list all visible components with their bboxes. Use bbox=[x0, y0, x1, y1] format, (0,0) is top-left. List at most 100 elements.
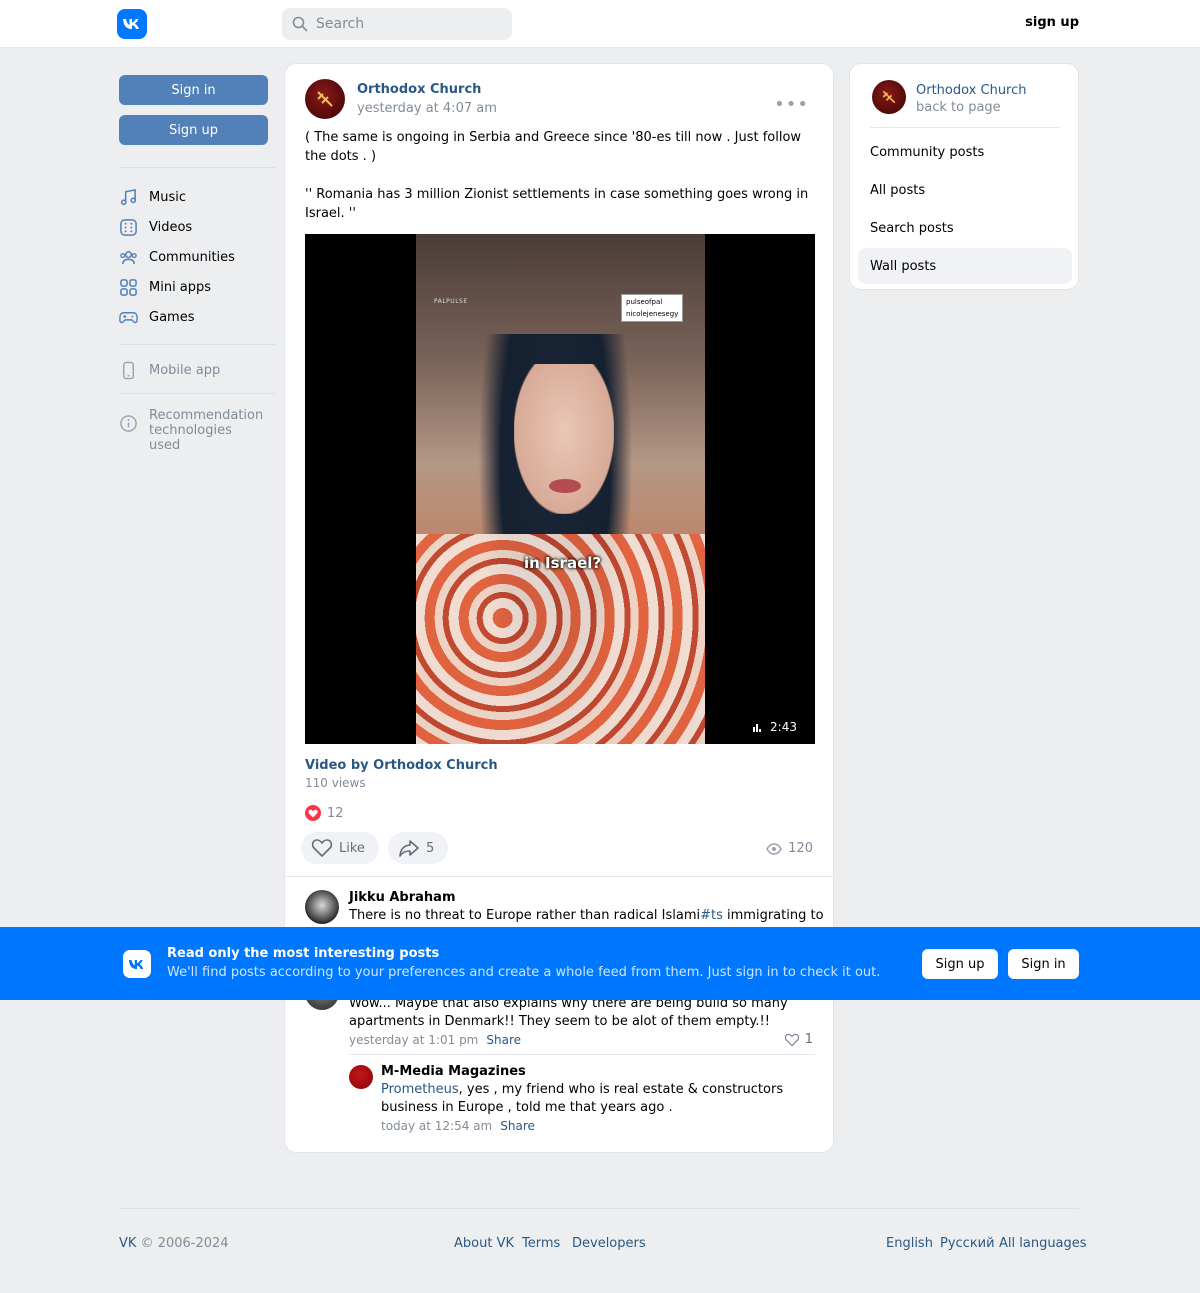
video-title-link[interactable]: Video by Orthodox Church bbox=[305, 758, 498, 773]
views-label: 120 bbox=[788, 841, 813, 856]
comment-like-count: 1 bbox=[804, 1032, 813, 1047]
video-duration: 2:43 bbox=[752, 720, 797, 734]
sign-up-button[interactable]: Sign up bbox=[119, 115, 268, 145]
back-to-page-link[interactable]: back to page bbox=[916, 100, 1001, 115]
commenter-name[interactable]: M-Media Magazines bbox=[381, 1064, 526, 1079]
sidebar-item-recommendation[interactable]: Recommendation technologies used bbox=[119, 408, 264, 453]
comment-date[interactable]: today at 12:54 am bbox=[381, 1119, 492, 1133]
games-icon bbox=[119, 311, 138, 323]
footer-divider bbox=[119, 1208, 1079, 1209]
header-signup-link[interactable]: sign up bbox=[1025, 15, 1079, 30]
share-button[interactable]: 5 bbox=[388, 832, 448, 864]
sidebar-item-mini-apps[interactable]: Mini apps bbox=[119, 275, 211, 299]
mention-link[interactable]: Prometheus bbox=[381, 1082, 459, 1097]
search-posts-item[interactable]: Search posts bbox=[858, 210, 1072, 246]
community-avatar[interactable] bbox=[305, 79, 345, 119]
orthodox-cross-icon bbox=[317, 91, 333, 107]
music-icon bbox=[120, 188, 137, 205]
heart-icon bbox=[784, 1033, 799, 1046]
community-name-link[interactable]: Orthodox Church bbox=[916, 83, 1027, 98]
video-thumbnail: PALPULSE pulseofpal nicolejenesegy in Is… bbox=[416, 234, 705, 744]
reactions-summary[interactable]: 12 bbox=[305, 805, 344, 821]
all-posts-item[interactable]: All posts bbox=[858, 172, 1072, 208]
post-date[interactable]: yesterday at 4:07 am bbox=[357, 101, 497, 116]
language-all[interactable]: All languages bbox=[999, 1236, 1087, 1251]
communities-icon bbox=[120, 250, 137, 264]
vk-logo-icon[interactable] bbox=[117, 9, 147, 39]
search-box[interactable] bbox=[282, 8, 512, 40]
video-watermark-logo: PALPULSE bbox=[434, 298, 468, 305]
comment-text: Wow... Maybe that also explains why ther… bbox=[349, 996, 788, 1029]
phone-icon bbox=[123, 361, 134, 379]
sign-in-button[interactable]: Sign in bbox=[119, 75, 268, 105]
comment-text-part: immigrating to bbox=[722, 908, 824, 923]
right-card-divider bbox=[870, 127, 1060, 128]
commenter-avatar[interactable] bbox=[305, 890, 339, 924]
comment-text-part: There is no threat to Europe rather than… bbox=[349, 908, 701, 923]
footer-link-terms[interactable]: Terms bbox=[522, 1236, 560, 1251]
video-views: 110 views bbox=[305, 776, 366, 790]
footer-link-about[interactable]: About VK bbox=[454, 1236, 514, 1251]
community-avatar[interactable] bbox=[872, 80, 906, 114]
comment-text: There is no threat to Europe rather than… bbox=[349, 907, 824, 925]
community-posts-item[interactable]: Community posts bbox=[858, 134, 1072, 170]
share-icon bbox=[399, 840, 419, 857]
video-caption: in Israel? bbox=[524, 554, 602, 572]
like-label: Like bbox=[339, 840, 365, 856]
sidebar-item-label: Mini apps bbox=[149, 279, 212, 295]
banner-subtitle: We'll find posts according to your prefe… bbox=[167, 965, 881, 980]
more-options-icon[interactable]: ••• bbox=[774, 94, 809, 115]
heart-reaction-icon bbox=[305, 805, 321, 821]
commenter-avatar[interactable] bbox=[349, 1065, 373, 1089]
comment-meta: today at 12:54 am Share bbox=[381, 1119, 535, 1133]
comment-date[interactable]: yesterday at 1:01 pm bbox=[349, 1033, 478, 1047]
sidebar-item-music[interactable]: Music bbox=[119, 185, 186, 209]
search-icon bbox=[292, 16, 308, 32]
watermark-line: pulseofpal bbox=[626, 298, 663, 306]
footer-link-developers[interactable]: Developers bbox=[572, 1236, 646, 1251]
duration-label: 2:43 bbox=[770, 720, 797, 734]
comment-share-link[interactable]: Share bbox=[486, 1033, 521, 1047]
sidebar-item-label: Communities bbox=[149, 249, 235, 265]
language-english[interactable]: English bbox=[886, 1236, 933, 1251]
sidebar-item-label: Mobile app bbox=[149, 362, 221, 378]
sidebar-item-games[interactable]: Games bbox=[119, 305, 194, 329]
sidebar-item-label: Games bbox=[149, 309, 195, 325]
copyright-text: © 2006-2024 bbox=[136, 1236, 229, 1251]
reply-divider bbox=[349, 1054, 815, 1055]
video-player[interactable]: PALPULSE pulseofpal nicolejenesegy in Is… bbox=[305, 234, 815, 744]
search-input[interactable] bbox=[316, 16, 496, 32]
banner-signin-button[interactable]: Sign in bbox=[1008, 949, 1079, 979]
like-button[interactable]: Like bbox=[301, 832, 379, 864]
mini-apps-icon bbox=[120, 278, 137, 296]
footer-copyright: VK © 2006-2024 bbox=[119, 1236, 229, 1251]
footer-brand-link[interactable]: VK bbox=[119, 1236, 136, 1251]
sidebar-item-videos[interactable]: Videos bbox=[119, 215, 192, 239]
comment-text: Prometheus, yes , my friend who is real … bbox=[381, 1081, 816, 1117]
comment-like-button[interactable]: 1 bbox=[784, 1032, 813, 1047]
wall-posts-item[interactable]: Wall posts bbox=[858, 248, 1072, 284]
commenter-name[interactable]: Jikku Abraham bbox=[349, 890, 456, 905]
hashtag-link[interactable]: #ts bbox=[700, 908, 723, 923]
post-author-link[interactable]: Orthodox Church bbox=[357, 82, 481, 97]
share-count: 5 bbox=[426, 840, 435, 856]
language-russian[interactable]: Русский bbox=[940, 1236, 995, 1251]
sidebar-divider bbox=[119, 167, 276, 168]
comment-share-link[interactable]: Share bbox=[500, 1119, 535, 1133]
quality-bars-icon bbox=[753, 724, 762, 732]
watermark-line: nicolejenesegy bbox=[626, 310, 679, 318]
post-views: 120 bbox=[766, 841, 813, 856]
community-nav-card: Orthodox Church back to page Community p… bbox=[849, 63, 1079, 290]
eye-icon bbox=[766, 842, 782, 855]
sidebar-divider bbox=[119, 393, 276, 394]
top-header: sign up bbox=[0, 0, 1200, 48]
video-watermark: pulseofpal nicolejenesegy bbox=[621, 294, 684, 322]
sidebar-item-mobile-app[interactable]: Mobile app bbox=[119, 358, 220, 382]
comment-meta: yesterday at 1:01 pm Share bbox=[349, 1033, 521, 1047]
info-icon bbox=[120, 415, 137, 432]
signup-banner: Read only the most interesting posts We'… bbox=[0, 927, 1200, 1000]
post-text: ( The same is ongoing in Serbia and Gree… bbox=[305, 130, 809, 221]
videos-icon bbox=[120, 218, 137, 236]
sidebar-item-communities[interactable]: Communities bbox=[119, 245, 235, 269]
banner-signup-button[interactable]: Sign up bbox=[922, 949, 998, 979]
